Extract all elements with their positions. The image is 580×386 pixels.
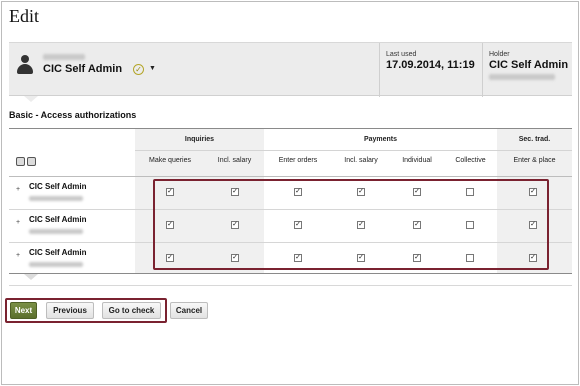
group-header-inquiries: Inquiries (184, 136, 215, 143)
user-icon (17, 55, 33, 75)
table-notch (24, 274, 38, 280)
header-bottom-rule (9, 176, 572, 177)
row-name: CIC Self Admin (29, 248, 87, 257)
group-header-payments: Payments (363, 136, 398, 143)
section-title: Basic - Access authorizations (9, 110, 137, 120)
holder-id-redacted (489, 74, 555, 80)
expand-icon[interactable]: + (16, 252, 20, 259)
column-header: Enter orders (278, 157, 318, 164)
row-name: CIC Self Admin (29, 182, 87, 191)
row-id-redacted (29, 262, 83, 267)
user-name: CIC Self Admin (43, 63, 123, 75)
group-header-rule (135, 150, 572, 151)
header-divider (482, 43, 483, 97)
group-header-sec-trad: Sec. trad. (518, 136, 551, 143)
holder-label: Holder (489, 51, 510, 58)
table-top-rule (9, 128, 572, 129)
go-to-check-button[interactable]: Go to check (102, 302, 161, 319)
copy-icon[interactable] (16, 157, 25, 166)
column-header: Collective (455, 157, 486, 164)
paste-icon[interactable] (27, 157, 36, 166)
holder-value: CIC Self Admin (489, 59, 569, 71)
chevron-down-icon[interactable]: ▼ (149, 65, 156, 72)
row-name: CIC Self Admin (29, 215, 87, 224)
expand-icon[interactable]: + (16, 219, 20, 226)
header-band: CIC Self Admin ✓ ▼ Last used 17.09.2014,… (9, 42, 572, 97)
table-bottom-rule (9, 273, 572, 274)
header-divider (379, 43, 380, 97)
holder-block: Holder CIC Self Admin (489, 51, 568, 82)
last-used-label: Last used (386, 51, 417, 58)
page-title: Edit (9, 6, 39, 26)
cancel-button[interactable]: Cancel (170, 302, 208, 319)
copy-tools (16, 157, 38, 168)
user-selector[interactable]: CIC Self Admin ✓ ▼ (9, 43, 379, 97)
column-header: Incl. salary (344, 157, 378, 164)
header-notch (24, 96, 38, 102)
user-id-redacted (43, 54, 85, 60)
last-used-block: Last used 17.09.2014, 11:19 (386, 51, 475, 71)
next-button[interactable]: Next (10, 302, 37, 319)
column-header: Make queries (148, 157, 192, 164)
column-header: Enter & place (513, 157, 556, 164)
row-id-redacted (29, 229, 83, 234)
previous-button[interactable]: Previous (46, 302, 94, 319)
footer-rule (9, 285, 572, 286)
row-id-redacted (29, 196, 83, 201)
column-header: Individual (402, 157, 432, 164)
last-used-value: 17.09.2014, 11:19 (386, 59, 475, 71)
verified-icon: ✓ (133, 64, 144, 75)
expand-icon[interactable]: + (16, 186, 20, 193)
column-header: Incl. salary (217, 157, 252, 164)
checkbox-highlight (153, 179, 549, 270)
